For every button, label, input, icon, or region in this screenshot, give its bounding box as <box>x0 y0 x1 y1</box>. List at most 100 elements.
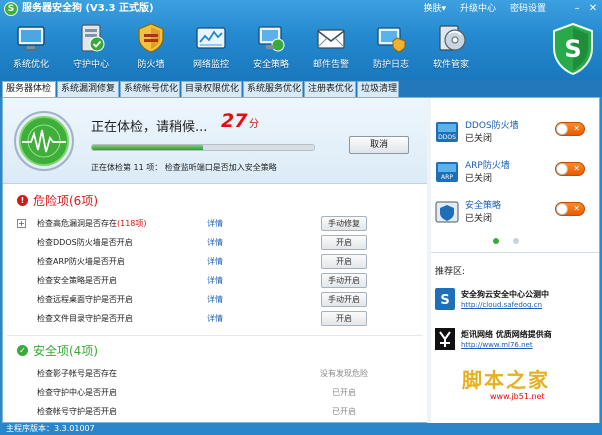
row-status: 没有发现危险 <box>320 369 368 378</box>
close-button[interactable]: ✕ <box>588 3 598 15</box>
check-icon: ✓ <box>17 345 28 356</box>
toolbar-mail-alert[interactable]: 邮件告警 <box>302 20 360 76</box>
details-link[interactable]: 详情 <box>207 313 223 324</box>
table-row: + 检查高危漏洞是否存在(118项) 详情 手动修复 <box>3 215 427 233</box>
scan-progress-bar <box>91 144 315 151</box>
enable-file-guard-button[interactable]: 开启 <box>321 311 367 326</box>
tab-vulnerability-fix[interactable]: 系统漏洞修复 <box>57 81 119 97</box>
scan-score-unit: 分 <box>249 119 259 130</box>
recommend-link-title[interactable]: 安全狗云安全中心公测中 <box>461 289 549 300</box>
enable-arp-button[interactable]: 开启 <box>321 254 367 269</box>
scan-radar-icon <box>14 111 74 171</box>
switch-ddos-firewall: DDOS DDOS防火墙 已关闭 ✕ <box>435 116 595 154</box>
danger-icon: ! <box>17 195 28 206</box>
app-logo-icon: S <box>4 2 18 16</box>
manual-fix-button[interactable]: 手动修复 <box>321 216 367 231</box>
manual-enable-policy-button[interactable]: 手动开启 <box>321 273 367 288</box>
toolbar-protection-log[interactable]: 防护日志 <box>362 20 420 76</box>
arp-firewall-icon: ARP <box>436 162 458 182</box>
recommend-link-title[interactable]: 炬讯网络 优质网络提供商 <box>461 329 552 340</box>
guard-center-icon <box>81 24 105 52</box>
juxun-network-icon <box>435 328 455 350</box>
table-row: 检查文件目录守护是否开启 详情 开启 <box>3 310 427 328</box>
details-link[interactable]: 详情 <box>207 256 223 267</box>
ddos-firewall-icon: DDOS <box>436 122 458 142</box>
table-row: 检查远程桌面守护是否开启 详情 手动开启 <box>3 291 427 309</box>
security-policy-shield-icon <box>435 201 459 223</box>
switch-security-policy: 安全策略 已关闭 ✕ <box>435 196 595 234</box>
scan-status-title: 正在体检，请稍候... <box>91 120 208 135</box>
software-manager-icon <box>439 25 466 51</box>
cancel-button[interactable]: 取消 <box>349 136 409 154</box>
scan-progress-fill <box>92 145 203 150</box>
svg-text:ARP: ARP <box>441 174 453 181</box>
pager-dot-1[interactable] <box>493 238 499 244</box>
toolbar-network-monitor[interactable]: 网络监控 <box>182 20 240 76</box>
recommend-link-url[interactable]: http://cloud.safedog.cn <box>461 301 542 309</box>
toolbar-firewall[interactable]: 防火墙 <box>122 20 180 76</box>
table-row: 检查帐号守护是否开启 已开启 <box>3 403 427 421</box>
toolbar-security-policy[interactable]: 安全策略 <box>242 20 300 76</box>
expand-toggle-icon[interactable]: + <box>17 219 26 228</box>
security-policy-icon <box>258 26 285 52</box>
manual-enable-rdp-guard-button[interactable]: 手动开启 <box>321 292 367 307</box>
section-divider <box>7 335 423 336</box>
tab-registry-optimize[interactable]: 注册表优化 <box>304 81 356 97</box>
firewall-shield-icon <box>138 23 164 53</box>
details-link[interactable]: 详情 <box>207 237 223 248</box>
ddos-firewall-toggle[interactable]: ✕ <box>555 122 585 136</box>
row-status: 已开启 <box>332 388 356 397</box>
table-row: 检查守护中心是否开启 已开启 <box>3 384 427 402</box>
tab-server-checkup[interactable]: 服务器体检 <box>2 81 56 97</box>
switch-pager <box>493 238 519 244</box>
password-settings-link[interactable]: 密码设置 <box>510 3 546 15</box>
details-link[interactable]: 详情 <box>207 218 223 229</box>
scan-score: 27 <box>221 110 248 132</box>
svg-text:DDOS: DDOS <box>438 134 456 141</box>
details-link[interactable]: 详情 <box>207 275 223 286</box>
details-link[interactable]: 详情 <box>207 294 223 305</box>
tab-account-optimize[interactable]: 系统帐号优化 <box>120 81 180 97</box>
toolbar-system-optimize[interactable]: 系统优化 <box>2 20 60 76</box>
upgrade-center-link[interactable]: 升级中心 <box>460 3 496 15</box>
toolbar-guard-center[interactable]: 守护中心 <box>62 20 120 76</box>
site-watermark: 脚本之家 www.jb51.net <box>462 368 550 401</box>
monitor-icon <box>17 26 45 51</box>
tab-junk-cleanup[interactable]: 垃圾清理 <box>357 81 399 97</box>
protection-log-icon <box>377 27 406 53</box>
scan-panel: 正在体检，请稍候... 27 分 正在体检第 11 项： 检查监听端口是否加入安… <box>3 98 427 184</box>
scan-results-list: ! 危险项(6项) + 检查高危漏洞是否存在(118项) 详情 手动修复 检查D… <box>3 185 427 424</box>
row-status: 已开启 <box>332 407 356 416</box>
recommend-item: S 安全狗云安全中心公测中 http://cloud.safedog.cn <box>435 288 595 318</box>
scan-current-step: 正在体检第 11 项： 检查监听端口是否加入安全策略 <box>91 163 277 172</box>
skin-menu[interactable]: 换肤▾ <box>423 3 446 15</box>
top-bar: S 服务器安全狗 (V3.3 正式版) 换肤▾ 升级中心 密码设置 – ✕ 系统… <box>0 0 602 80</box>
network-monitor-icon <box>196 27 226 49</box>
app-title: 服务器安全狗 (V3.3 正式版) <box>22 3 154 14</box>
table-row: 检查ARP防火墙是否开启 详情 开启 <box>3 253 427 271</box>
mail-alert-icon <box>317 29 345 49</box>
tab-service-optimize[interactable]: 系统服务优化 <box>243 81 303 97</box>
table-row: 检查影子帐号是否存在 没有发现危险 <box>3 365 427 383</box>
recommend-title: 推荐区: <box>435 267 466 277</box>
table-row: 检查DDOS防火墙是否开启 详情 开启 <box>3 234 427 252</box>
pager-dot-2[interactable] <box>513 238 519 244</box>
tab-directory-permission[interactable]: 目录权限优化 <box>181 81 242 97</box>
safedog-cloud-icon: S <box>435 288 455 310</box>
svg-text:S: S <box>440 293 449 308</box>
table-row: 检查安全策略是否开启 详情 手动开启 <box>3 272 427 290</box>
minimize-button[interactable]: – <box>572 3 582 15</box>
sidebar-divider <box>431 252 599 253</box>
security-policy-toggle[interactable]: ✕ <box>555 202 585 216</box>
tab-bar: 服务器体检 系统漏洞修复 系统帐号优化 目录权限优化 系统服务优化 注册表优化 … <box>0 80 602 97</box>
window-controls: – ✕ <box>572 3 598 15</box>
toolbar-software-manager[interactable]: 软件管家 <box>422 20 480 76</box>
arp-firewall-toggle[interactable]: ✕ <box>555 162 585 176</box>
recommend-item: 炬讯网络 优质网络提供商 http://www.ml76.net <box>435 328 595 358</box>
version-label: 主程序版本：3.3.01007 <box>6 424 95 433</box>
status-bar: 主程序版本：3.3.01007 <box>0 423 602 435</box>
enable-ddos-button[interactable]: 开启 <box>321 235 367 250</box>
recommend-link-url[interactable]: http://www.ml76.net <box>461 341 533 349</box>
title-bar: S 服务器安全狗 (V3.3 正式版) 换肤▾ 升级中心 密码设置 – ✕ <box>0 0 602 18</box>
switch-arp-firewall: ARP ARP防火墙 已关闭 ✕ <box>435 156 595 194</box>
